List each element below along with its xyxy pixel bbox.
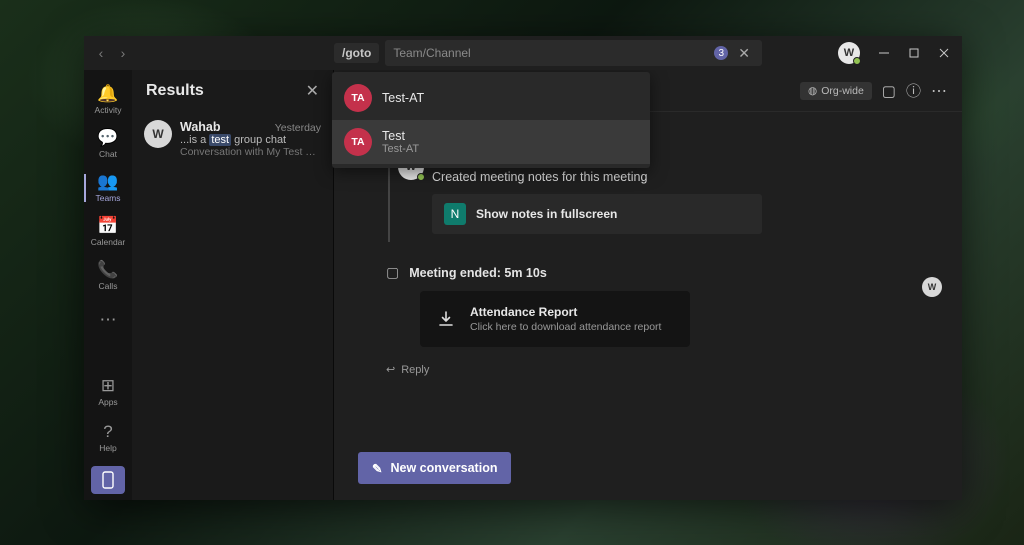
bell-icon: 🔔 bbox=[97, 85, 118, 103]
dropdown-item-title: Test bbox=[382, 129, 419, 143]
chat-icon: 💬 bbox=[97, 129, 118, 147]
reply-icon: ↩ bbox=[386, 363, 395, 376]
goto-dropdown: TA Test-AT TA Test Test-AT bbox=[332, 72, 650, 168]
meeting-ended-row: ▢ Meeting ended: 5m 10s bbox=[386, 264, 902, 281]
attendance-subtitle: Click here to download attendance report bbox=[470, 321, 661, 333]
dropdown-item-title: Test-AT bbox=[382, 91, 424, 105]
profile-avatar-initial: W bbox=[844, 47, 854, 59]
rail-calls[interactable]: 📞Calls bbox=[84, 254, 132, 298]
show-notes-card[interactable]: N Show notes in fullscreen bbox=[432, 194, 762, 234]
teams-app-window: ‹ › /goto 3 ✕ W 🔔Activity 💬Chat 👥Teams bbox=[84, 36, 962, 500]
orgwide-badge[interactable]: ◍Org-wide bbox=[800, 82, 872, 100]
message-text: Created meeting notes for this meeting bbox=[432, 170, 902, 184]
teams-icon: 👥 bbox=[97, 173, 118, 191]
rail-chat[interactable]: 💬Chat bbox=[84, 122, 132, 166]
results-title: Results bbox=[146, 82, 204, 100]
more-options-icon[interactable]: ⋯ bbox=[931, 81, 948, 101]
apps-icon: ⊞ bbox=[101, 377, 115, 395]
rail-help[interactable]: ?Help bbox=[84, 416, 132, 460]
search-result-item[interactable]: W Wahab Yesterday ...is a test group cha… bbox=[132, 112, 333, 166]
meeting-ended-text: Meeting ended: 5m 10s bbox=[409, 266, 547, 280]
clear-search-icon[interactable]: ✕ bbox=[734, 45, 754, 62]
attendance-report-card[interactable]: Attendance Report Click here to download… bbox=[420, 291, 690, 347]
rail-apps[interactable]: ⊞Apps bbox=[84, 370, 132, 414]
ellipsis-icon: ⋯ bbox=[100, 311, 117, 329]
command-pill: /goto bbox=[334, 43, 379, 63]
maximize-button[interactable] bbox=[900, 39, 928, 67]
result-excerpt: ...is a test group chat bbox=[180, 134, 321, 146]
titlebar: ‹ › /goto 3 ✕ W bbox=[84, 36, 962, 70]
minimize-button[interactable] bbox=[870, 39, 898, 67]
search-box[interactable]: 3 ✕ bbox=[385, 40, 762, 66]
rail-activity[interactable]: 🔔Activity bbox=[84, 78, 132, 122]
onenote-icon: N bbox=[444, 203, 466, 225]
result-context: Conversation with My Test Group bbox=[180, 146, 321, 158]
result-time: Yesterday bbox=[275, 122, 321, 134]
app-rail: 🔔Activity 💬Chat 👥Teams 📅Calendar 📞Calls … bbox=[84, 70, 132, 500]
close-results-icon[interactable]: ✕ bbox=[306, 81, 319, 101]
show-notes-label: Show notes in fullscreen bbox=[476, 207, 617, 221]
dropdown-item[interactable]: TA Test Test-AT bbox=[332, 120, 650, 164]
team-avatar: TA bbox=[344, 84, 372, 112]
results-panel: Results ✕ W Wahab Yesterday ...is a test… bbox=[132, 70, 334, 500]
reply-button[interactable]: ↩ Reply bbox=[386, 363, 902, 376]
profile-avatar[interactable]: W bbox=[838, 42, 860, 64]
nav-back-button[interactable]: ‹ bbox=[92, 44, 110, 62]
attendance-title: Attendance Report bbox=[470, 305, 661, 319]
presence-indicator-icon bbox=[417, 173, 425, 181]
team-avatar: TA bbox=[344, 128, 372, 156]
close-button[interactable] bbox=[930, 39, 958, 67]
dropdown-item[interactable]: TA Test-AT bbox=[332, 76, 650, 120]
globe-icon: ◍ bbox=[808, 85, 817, 97]
search-result-count: 3 bbox=[714, 46, 728, 60]
help-icon: ? bbox=[103, 423, 112, 441]
result-name: Wahab bbox=[180, 120, 221, 134]
viewer-avatar: W bbox=[922, 277, 942, 297]
info-icon[interactable]: ⓘ bbox=[906, 80, 921, 101]
download-icon bbox=[436, 305, 456, 333]
rail-device-button[interactable] bbox=[91, 466, 125, 494]
presence-indicator-icon bbox=[853, 57, 861, 65]
result-avatar: W bbox=[144, 120, 172, 148]
compose-icon: ✎ bbox=[372, 461, 382, 476]
phone-icon: 📞 bbox=[97, 261, 118, 279]
meet-now-icon[interactable]: ▢ bbox=[882, 82, 896, 100]
rail-more[interactable]: ⋯ bbox=[84, 298, 132, 342]
new-conversation-button[interactable]: ✎ New conversation bbox=[358, 452, 511, 484]
calendar-icon: 📅 bbox=[97, 217, 118, 235]
search-input[interactable] bbox=[393, 46, 714, 60]
rail-calendar[interactable]: 📅Calendar bbox=[84, 210, 132, 254]
dropdown-item-subtitle: Test-AT bbox=[382, 143, 419, 155]
nav-forward-button[interactable]: › bbox=[114, 44, 132, 62]
video-end-icon: ▢ bbox=[386, 264, 399, 281]
rail-teams[interactable]: 👥Teams bbox=[84, 166, 132, 210]
